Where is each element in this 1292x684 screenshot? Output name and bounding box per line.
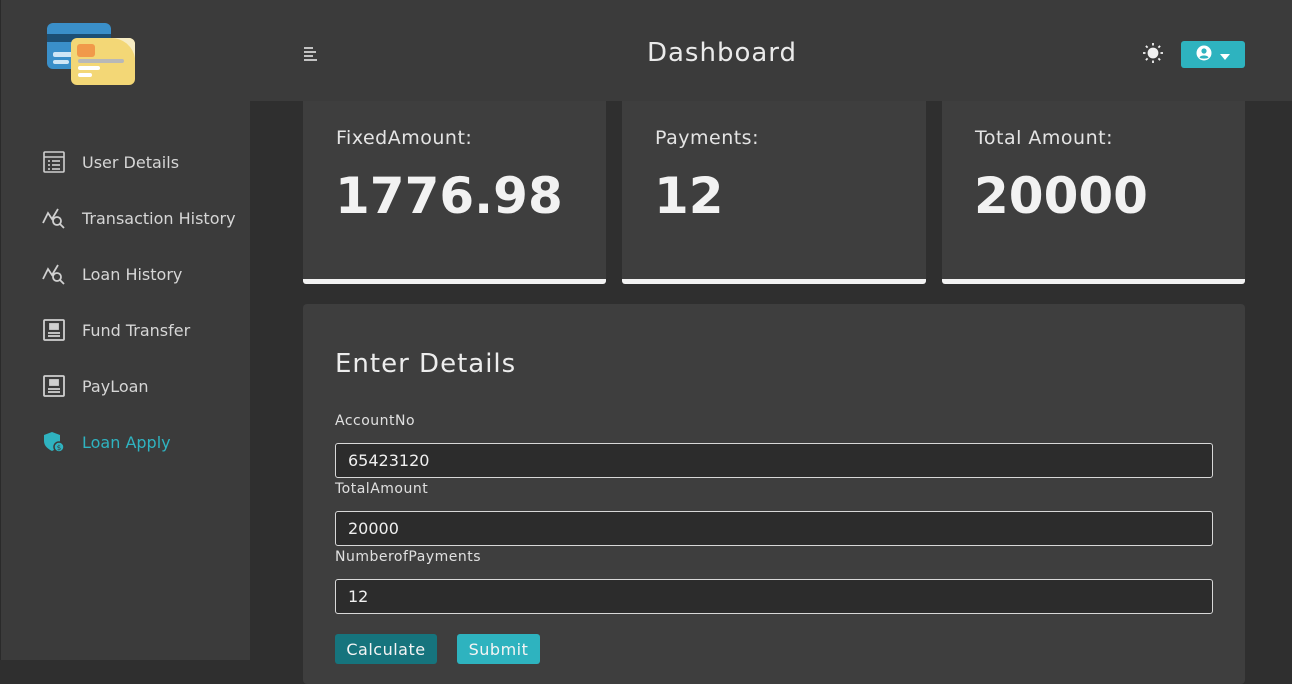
sidebar-item-loan-history[interactable]: Loan History [1,246,251,302]
chart-search-icon [41,261,67,287]
sidebar-item-label: User Details [82,152,180,172]
shield-icon: $ [41,429,67,455]
sidebar-item-label: Fund Transfer [82,320,191,340]
total-amount-input[interactable] [335,511,1213,546]
enter-details-form: Enter Details AccountNo TotalAmount Numb… [303,304,1245,684]
card-label: Total Amount: [975,127,1113,149]
card-label: Payments: [655,127,759,149]
card-value: 20000 [974,167,1148,225]
account-no-label: AccountNo [335,413,416,429]
chevron-down-icon [1220,45,1230,64]
user-circle-icon [1196,45,1212,65]
sidebar-item-payloan[interactable]: PayLoan [1,358,251,414]
svg-text:$: $ [57,444,61,452]
sidebar-item-label: Transaction History [82,208,236,228]
number-of-payments-input[interactable] [335,579,1213,614]
theme-toggle-sun-icon[interactable] [1142,42,1164,64]
sidebar-item-user-details[interactable]: User Details [1,134,251,190]
sidebar-nav: User Details Transaction History Loan Hi… [1,134,251,470]
sidebar-item-loan-apply[interactable]: $ Loan Apply [1,414,251,470]
form-title: Enter Details [335,349,517,379]
card-value: 1776.98 [335,167,563,225]
sidebar: User Details Transaction History Loan Hi… [0,0,250,660]
list-icon [41,149,67,175]
sidebar-item-label: Loan History [82,264,183,284]
top-header: Dashboard [250,0,1292,101]
sidebar-item-transaction-history[interactable]: Transaction History [1,190,251,246]
fixed-amount-card: FixedAmount: 1776.98 [303,101,606,284]
sidebar-item-label: Loan Apply [82,432,171,452]
account-no-input[interactable] [335,443,1213,478]
total-amount-label: TotalAmount [335,481,429,497]
page-title: Dashboard [646,38,798,68]
user-menu-button[interactable] [1181,41,1245,68]
document-icon [41,317,67,343]
document-icon [41,373,67,399]
number-of-payments-label: NumberofPayments [335,549,482,565]
card-label: FixedAmount: [336,127,473,149]
payments-card: Payments: 12 [622,101,926,284]
card-value: 12 [654,167,724,225]
credit-cards-logo [45,22,139,86]
total-amount-card: Total Amount: 20000 [942,101,1245,284]
chart-search-icon [41,205,67,231]
sidebar-item-label: PayLoan [82,376,149,396]
sidebar-item-fund-transfer[interactable]: Fund Transfer [1,302,251,358]
